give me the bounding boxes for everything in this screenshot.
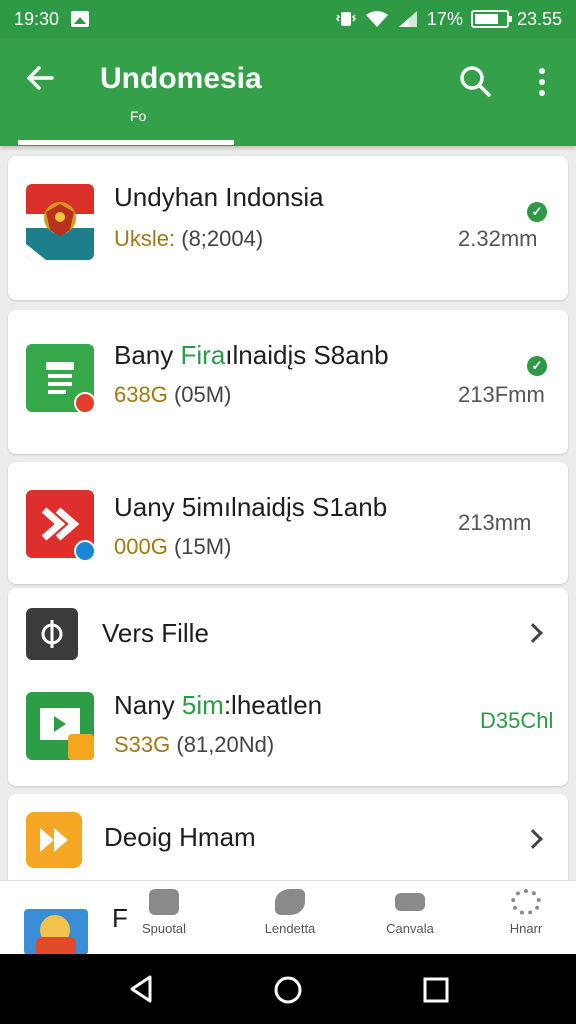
signal-icon bbox=[398, 11, 417, 27]
section-title[interactable]: Vers Fille bbox=[102, 618, 209, 649]
tag-icon bbox=[275, 889, 305, 915]
battery-icon bbox=[470, 10, 512, 28]
installed-check-icon: ✓ bbox=[527, 356, 547, 376]
image-notification-icon bbox=[71, 11, 90, 27]
nav-label: Spuotal bbox=[141, 921, 187, 936]
app-title: Uany 5imılnaidįs S1anb bbox=[114, 492, 387, 523]
gear-icon bbox=[511, 889, 541, 915]
bottom-nav: F Spuotal Lendetta Canvala Hnarr bbox=[0, 880, 576, 955]
app-size: (05M) bbox=[173, 382, 232, 407]
installed-check-icon: ✓ bbox=[527, 202, 547, 222]
app-bar: Undomesia Fo bbox=[0, 38, 576, 146]
app-price: Uksle: bbox=[114, 226, 176, 251]
app-size: (8;2004) bbox=[181, 226, 264, 251]
status-clock-right: 23.55 bbox=[516, 8, 562, 29]
back-triangle-icon[interactable] bbox=[126, 974, 156, 1004]
fast-forward-icon bbox=[26, 812, 82, 868]
app-card-2[interactable]: Bany Firaılnaidįs S8anb 638G (05M) ✓ 213… bbox=[8, 310, 568, 454]
recents-square-icon[interactable] bbox=[422, 976, 450, 1004]
more-vert-icon[interactable] bbox=[528, 64, 556, 100]
app-title-highlight: Fira bbox=[180, 340, 226, 370]
app-meta: Uksle: (8;2004) bbox=[114, 226, 263, 252]
app-price: S33G bbox=[114, 732, 171, 757]
nav-item-1[interactable]: Spuotal bbox=[114, 889, 214, 936]
app-meta: 638G (05M) bbox=[114, 382, 231, 408]
vibrate-icon bbox=[335, 12, 356, 26]
system-nav-bar bbox=[0, 954, 576, 1024]
section-title: Deoig Hmam bbox=[104, 822, 256, 852]
app-size: (81,20Nd) bbox=[176, 732, 275, 757]
app-title-part: ılnaidįs S1anb bbox=[223, 492, 388, 522]
app-time: 213mm bbox=[458, 510, 532, 535]
chevron-right-icon[interactable] bbox=[523, 829, 543, 849]
app-card-1[interactable]: Undyhan Indonsia Uksle: (8;2004) ✓ 2.32m… bbox=[8, 156, 568, 300]
arrow-left-icon[interactable] bbox=[24, 62, 56, 103]
app-title-part: ılnaidįs S8anb bbox=[225, 340, 389, 370]
app-title-highlight: 5im bbox=[181, 690, 224, 720]
section-card-2[interactable]: Deoig Hmam bbox=[8, 794, 568, 886]
orange-badge-icon bbox=[68, 734, 94, 760]
indonesia-emblem-icon bbox=[26, 184, 94, 260]
app-time: 2.32mm bbox=[458, 226, 538, 251]
nav-label: Lendetta bbox=[264, 921, 316, 936]
settings-link-icon bbox=[26, 608, 78, 660]
nav-label: Hnarr bbox=[509, 921, 543, 936]
app-title: Bany Firaılnaidįs S8anb bbox=[114, 340, 389, 371]
home-circle-icon[interactable] bbox=[272, 974, 304, 1006]
section-card: Vers Fille Nany 5im:lheatlen S33G (81,20… bbox=[8, 588, 568, 786]
card-icon bbox=[395, 893, 425, 911]
avatar bbox=[24, 909, 88, 955]
app-price: 000G bbox=[114, 534, 168, 559]
battery-percent: 17% bbox=[426, 8, 463, 29]
battery-fill bbox=[474, 14, 499, 24]
app-time: D35Chl bbox=[480, 708, 554, 733]
app-title-part: Bany bbox=[114, 340, 181, 370]
app-size: (15M) bbox=[173, 534, 232, 559]
wifi-icon bbox=[365, 11, 388, 27]
nav-item-2[interactable]: Lendetta bbox=[240, 889, 340, 936]
app-title-part: :lheatlen bbox=[223, 690, 323, 720]
app-title[interactable]: Nany 5im:lheatlen bbox=[114, 690, 322, 721]
bag-icon bbox=[149, 889, 179, 915]
app-meta: 000G (15M) bbox=[114, 534, 231, 560]
search-icon[interactable] bbox=[458, 64, 492, 100]
app-card-3[interactable]: Uany 5imılnaidįs S1anb 000G (15M) 213mm bbox=[8, 462, 568, 584]
tab-indicator bbox=[18, 140, 234, 145]
app-title-part: Nany bbox=[114, 690, 182, 720]
status-bar: 19:30 17% 23.55 bbox=[0, 0, 576, 38]
red-badge-icon bbox=[74, 392, 96, 414]
nav-item-3[interactable]: Canvala bbox=[360, 889, 460, 936]
page-title: Undomesia bbox=[100, 62, 262, 95]
app-price: 638G bbox=[114, 382, 168, 407]
app-title-part: Uany 5im bbox=[114, 492, 224, 522]
page-subtitle: Fo bbox=[130, 108, 147, 124]
status-time: 19:30 bbox=[14, 8, 60, 29]
app-title: Undyhan Indonsia bbox=[114, 182, 324, 212]
nav-item-4[interactable]: Hnarr bbox=[476, 889, 576, 936]
app-time: 213Fmm bbox=[458, 382, 545, 407]
nav-label: Canvala bbox=[386, 921, 434, 936]
app-meta: S33G (81,20Nd) bbox=[114, 732, 274, 758]
verified-badge-icon bbox=[74, 540, 96, 562]
chevron-right-icon[interactable] bbox=[523, 623, 543, 643]
